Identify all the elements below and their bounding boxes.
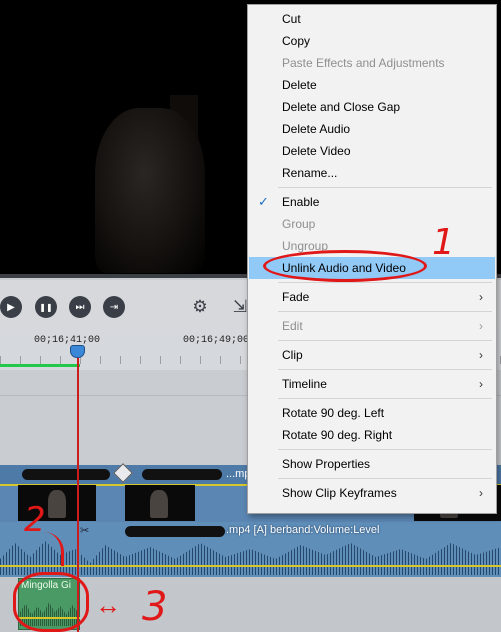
next-frame-button[interactable]: ⏭ (69, 296, 91, 318)
annotation-number: 1 (432, 222, 455, 263)
menu-item-label: Edit (282, 319, 303, 333)
menu-item-rotate-left[interactable]: Rotate 90 deg. Left (249, 402, 495, 424)
menu-item-label: Show Clip Keyframes (282, 486, 397, 500)
menu-item-label: Copy (282, 34, 311, 48)
menu-item-label: Rotate 90 deg. Left (282, 406, 385, 420)
menu-item-label: Delete Audio (282, 122, 351, 136)
menu-item-show-clip-keyframes[interactable]: Show Clip Keyframes › (249, 482, 495, 504)
menu-item-label: Delete Video (282, 144, 351, 158)
render-status-bar (0, 364, 80, 367)
redaction-scribble (125, 526, 225, 537)
pause-button[interactable]: ❚❚ (35, 296, 57, 318)
menu-item-label: Show Properties (282, 457, 371, 471)
menu-item-copy[interactable]: Copy (249, 30, 495, 52)
menu-item-delete-close-gap[interactable]: Delete and Close Gap (249, 96, 495, 118)
ruler-tick-label: 00;16;49;00 (183, 335, 250, 346)
menu-item-paste-effects: Paste Effects and Adjustments (249, 52, 495, 74)
annotation-number: 2 (24, 500, 46, 540)
thumbnail-figure (150, 490, 168, 518)
menu-separator (278, 478, 492, 479)
menu-separator (278, 449, 492, 450)
menu-item-label: Cut (282, 12, 301, 26)
end-icon: ⇥ (109, 301, 119, 313)
menu-item-label: Rotate 90 deg. Right (282, 428, 393, 442)
monitor-gear-icon: ⚙ (192, 297, 208, 316)
pause-icon: ❚❚ (39, 302, 53, 312)
play-icon: ▶ (7, 301, 15, 313)
menu-item-delete-audio[interactable]: Delete Audio (249, 118, 495, 140)
chevron-right-icon: › (479, 377, 483, 391)
menu-item-edit: Edit › (249, 315, 495, 337)
export-icon: ⇲ (232, 297, 248, 316)
menu-separator (278, 187, 492, 188)
next-icon: ⏭ (75, 301, 85, 313)
menu-item-label: Group (282, 217, 316, 231)
menu-item-rotate-right[interactable]: Rotate 90 deg. Right (249, 424, 495, 446)
playhead-handle[interactable] (70, 345, 85, 358)
menu-item-label: Fade (282, 290, 310, 304)
menu-separator (278, 311, 492, 312)
menu-item-group: Group (249, 213, 495, 235)
chevron-right-icon: › (479, 486, 483, 500)
menu-separator (278, 398, 492, 399)
ruler-tick-label: 00;16;41;00 (34, 335, 101, 346)
menu-item-label: Delete (282, 78, 317, 92)
redaction-scribble (22, 469, 110, 480)
chevron-right-icon: › (479, 319, 483, 333)
menu-item-label: Paste Effects and Adjustments (282, 56, 445, 70)
menu-item-rename[interactable]: Rename... (249, 162, 495, 184)
annotation-number: 3 (142, 584, 168, 630)
menu-item-fade[interactable]: Fade › (249, 286, 495, 308)
preview-figure (95, 108, 205, 273)
menu-item-cut[interactable]: Cut (249, 8, 495, 30)
annotation-circle (13, 572, 89, 632)
annotation-circle (263, 250, 427, 282)
menu-separator (278, 282, 492, 283)
menu-item-enable[interactable]: ✓ Enable (249, 191, 495, 213)
menu-item-label: Rename... (282, 166, 338, 180)
chevron-right-icon: › (479, 348, 483, 362)
menu-item-delete-video[interactable]: Delete Video (249, 140, 495, 162)
go-to-end-button[interactable]: ⇥ (103, 296, 125, 318)
audio-volume-line[interactable] (0, 565, 501, 567)
checkmark-icon: ✓ (258, 194, 269, 209)
menu-item-timeline[interactable]: Timeline › (249, 373, 495, 395)
menu-item-label: Timeline (282, 377, 327, 391)
thumbnail-figure (48, 490, 66, 518)
redaction-scribble (142, 469, 222, 480)
play-button[interactable]: ▶ (0, 296, 22, 318)
menu-item-label: Clip (282, 348, 303, 362)
menu-separator (278, 369, 492, 370)
menu-item-clip[interactable]: Clip › (249, 344, 495, 366)
menu-item-label: Delete and Close Gap (282, 100, 401, 114)
scissors-icon: ✂ (80, 525, 90, 537)
annotation-double-arrow-icon: ↔ (95, 590, 121, 620)
menu-item-label: Enable (282, 195, 320, 209)
menu-item-delete[interactable]: Delete (249, 74, 495, 96)
menu-item-show-properties[interactable]: Show Properties (249, 453, 495, 475)
chevron-right-icon: › (479, 290, 483, 304)
menu-separator (278, 340, 492, 341)
preview-settings-button[interactable]: ⚙ (188, 296, 212, 318)
audio-clip-title: .mp4 [A] berband:Volume:Level (226, 524, 380, 536)
